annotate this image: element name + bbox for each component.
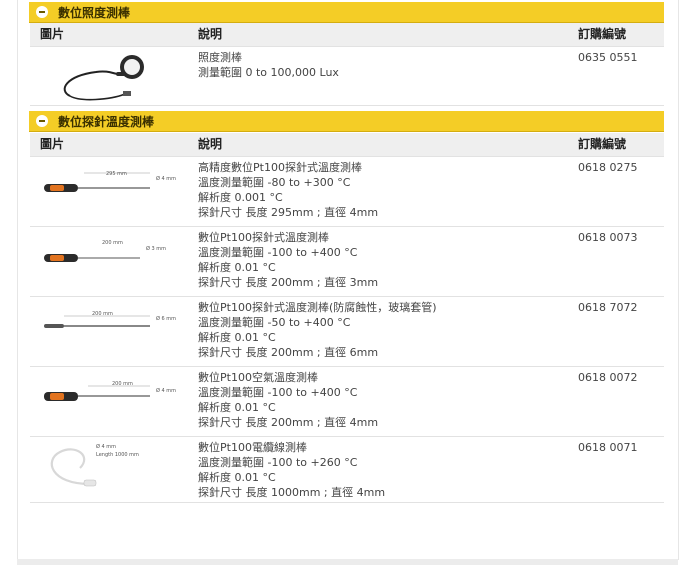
description-line: 數位Pt100探針式溫度測棒(防腐蝕性，玻璃套管)	[198, 301, 437, 314]
section-title: 數位探針溫度測棒	[58, 114, 155, 129]
description-line: 探針尺寸 長度 200mm ; 直徑 3mm	[198, 276, 379, 289]
probe-diameter-label: Ø 6 mm	[156, 315, 176, 322]
product-image-cell: 200 mm Ø 4 mm	[30, 366, 188, 437]
order-number: 0635 0551	[568, 46, 664, 108]
probe-diameter-label: Ø 3 mm	[146, 245, 166, 252]
probe-length-label: 200 mm	[92, 311, 113, 317]
column-header-image: 圖片	[30, 133, 188, 157]
divider	[30, 105, 664, 106]
product-description: 高精度數位Pt100探針式溫度測棒 溫度測量範圍 -80 to +300 °C …	[188, 156, 568, 227]
section-title: 數位照度測棒	[58, 5, 131, 20]
probe-length-label: Length 1000 mm	[96, 452, 139, 458]
table-row: Ø 4 mm Length 1000 mm 數位Pt100電纜線測棒 溫度測量範…	[30, 436, 664, 506]
lux-probe-image	[63, 55, 144, 101]
section-header-lux-probe[interactable]: 數位照度測棒	[29, 2, 664, 23]
description-line: 溫度測量範圍 -100 to +400 °C	[198, 386, 358, 399]
product-description: 照度測棒 測量範圍 0 to 100,000 Lux	[188, 46, 568, 108]
description-line: 數位Pt100電纜線測棒	[198, 441, 307, 454]
temperature-probe-table: 圖片 說明 訂購編號 295 mm Ø 4 mm 高精度數位Pt100探針式溫度…	[30, 133, 664, 506]
product-image-cell: 200 mm Ø 6 mm	[30, 296, 188, 367]
description-line: 數位Pt100空氣溫度測棒	[198, 371, 318, 384]
order-number: 0618 7072	[568, 296, 664, 367]
description-line: 解析度 0.01 °C	[198, 401, 276, 414]
description-line: 解析度 0.001 °C	[198, 191, 283, 204]
description-line: 探針尺寸 長度 200mm ; 直徑 6mm	[198, 346, 379, 359]
product-image-cell: 295 mm Ø 4 mm	[30, 156, 188, 227]
product-description: 數位Pt100探針式溫度測棒(防腐蝕性，玻璃套管) 溫度測量範圍 -50 to …	[188, 296, 568, 367]
product-description: 數位Pt100電纜線測棒 溫度測量範圍 -100 to +260 °C 解析度 …	[188, 436, 568, 506]
order-number: 0618 0072	[568, 366, 664, 437]
description-line: 探針尺寸 長度 200mm ; 直徑 4mm	[198, 416, 379, 429]
probe-image: 200 mm Ø 6 mm	[44, 311, 176, 328]
description-line: 高精度數位Pt100探針式溫度測棒	[198, 161, 362, 174]
collapse-icon[interactable]	[36, 6, 48, 18]
column-header-description: 說明	[188, 133, 568, 157]
divider	[30, 502, 664, 503]
probe-length-label: 200 mm	[102, 240, 123, 246]
description-line: 解析度 0.01 °C	[198, 261, 276, 274]
order-number: 0618 0073	[568, 226, 664, 297]
probe-diameter-label: Ø 4 mm	[156, 175, 176, 182]
column-header-description: 說明	[188, 23, 568, 47]
description-line: 探針尺寸 長度 1000mm ; 直徑 4mm	[198, 486, 386, 499]
table-row: 295 mm Ø 4 mm 高精度數位Pt100探針式溫度測棒 溫度測量範圍 -…	[30, 156, 664, 227]
description-line: 測量範圍 0 to 100,000 Lux	[198, 66, 339, 79]
probe-image: Ø 4 mm Length 1000 mm	[50, 443, 139, 487]
description-line: 溫度測量範圍 -50 to +400 °C	[198, 316, 351, 329]
table-row: 200 mm Ø 4 mm 數位Pt100空氣溫度測棒 溫度測量範圍 -100 …	[30, 366, 664, 437]
product-image-cell: Ø 4 mm Length 1000 mm	[30, 436, 188, 506]
order-number: 0618 0071	[568, 436, 664, 506]
probe-length-label: 295 mm	[106, 171, 127, 177]
column-header-order-number: 訂購編號	[568, 133, 664, 157]
description-line: 溫度測量範圍 -80 to +300 °C	[198, 176, 351, 189]
product-description: 數位Pt100探針式溫度測棒 溫度測量範圍 -100 to +400 °C 解析…	[188, 226, 568, 297]
description-line: 解析度 0.01 °C	[198, 471, 276, 484]
product-description: 數位Pt100空氣溫度測棒 溫度測量範圍 -100 to +400 °C 解析度…	[188, 366, 568, 437]
section-header-temperature-probes[interactable]: 數位探針溫度測棒	[29, 111, 664, 132]
table-row: 200 mm Ø 6 mm 數位Pt100探針式溫度測棒(防腐蝕性，玻璃套管) …	[30, 296, 664, 367]
collapse-icon[interactable]	[36, 115, 48, 127]
lux-probe-table: 圖片 說明 訂購編號 照度測棒 測量範圍 0 to 100,000 Lux 06…	[30, 23, 664, 108]
product-page: 數位照度測棒 圖片 說明 訂購編號 照度測棒 測量範圍 0 to 100,000…	[0, 0, 694, 565]
order-number: 0618 0275	[568, 156, 664, 227]
description-line: 溫度測量範圍 -100 to +260 °C	[198, 456, 358, 469]
description-line: 解析度 0.01 °C	[198, 331, 276, 344]
column-header-image: 圖片	[30, 23, 188, 47]
product-image-cell: 200 mm Ø 3 mm	[30, 226, 188, 297]
probe-image: 295 mm Ø 4 mm	[44, 171, 176, 192]
probe-diameter-label: Ø 4 mm	[156, 387, 176, 394]
description-line: 探針尺寸 長度 295mm ; 直徑 4mm	[198, 206, 379, 219]
probe-diameter-label: Ø 4 mm	[96, 443, 116, 450]
description-line: 數位Pt100探針式溫度測棒	[198, 231, 329, 244]
description-line: 照度測棒	[198, 51, 242, 64]
table-row: 200 mm Ø 3 mm 數位Pt100探針式溫度測棒 溫度測量範圍 -100…	[30, 226, 664, 297]
probe-image: 200 mm Ø 4 mm	[44, 381, 176, 401]
probe-length-label: 200 mm	[112, 381, 133, 387]
probe-image: 200 mm Ø 3 mm	[44, 240, 166, 262]
frame-bottom-edge	[17, 559, 678, 565]
column-header-order-number: 訂購編號	[568, 23, 664, 47]
product-image-cell	[30, 46, 188, 108]
description-line: 溫度測量範圍 -100 to +400 °C	[198, 246, 358, 259]
table-row: 照度測棒 測量範圍 0 to 100,000 Lux 0635 0551	[30, 46, 664, 108]
